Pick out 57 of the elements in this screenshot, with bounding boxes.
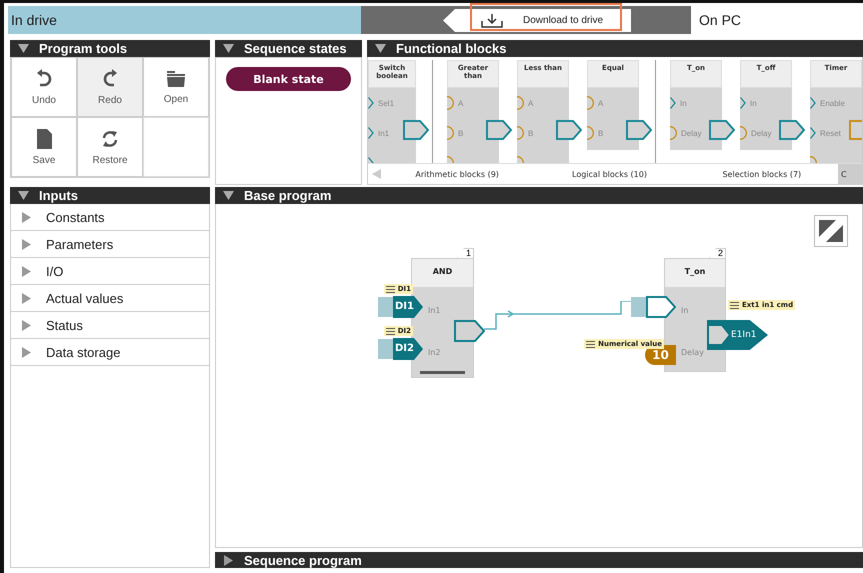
download-button[interactable]: Download to drive <box>443 9 631 32</box>
block-number: 1 <box>456 248 474 258</box>
panel-header[interactable]: Sequence program <box>215 552 863 568</box>
panel-header[interactable]: Sequence states <box>215 40 362 57</box>
port-label: In1 <box>428 306 441 315</box>
output-chip[interactable]: E1In1 <box>707 320 768 350</box>
panel-header[interactable]: Program tools <box>10 40 210 57</box>
panel-title: Functional blocks <box>396 41 507 56</box>
port-label: In <box>680 98 687 108</box>
port-label: A <box>598 98 604 108</box>
panel-title: Sequence program <box>244 553 362 568</box>
panel-title: Inputs <box>39 188 78 203</box>
panel-header[interactable]: Inputs <box>10 187 210 204</box>
tool-button[interactable]: Redo <box>77 57 143 117</box>
panel-header[interactable]: Functional blocks <box>367 40 863 57</box>
tool-button[interactable]: Undo <box>11 57 77 117</box>
category-label: Actual values <box>46 290 124 306</box>
block-title: T_on <box>665 259 725 287</box>
category-label: Constants <box>46 210 105 224</box>
panel-header[interactable]: Base program <box>215 187 863 204</box>
category-label: Data storage <box>46 344 120 360</box>
location-label: In drive <box>8 6 361 34</box>
tool-button[interactable]: Open <box>143 57 209 117</box>
port-label: A <box>528 98 534 108</box>
panel-title: Base program <box>244 188 332 203</box>
value-badge[interactable]: 10 <box>645 345 676 365</box>
port-label: In1 <box>378 128 390 138</box>
block-number: 2 <box>708 248 726 258</box>
tool-button[interactable]: Restore <box>77 117 143 177</box>
port-label: In <box>681 306 688 315</box>
input-category[interactable]: Constants <box>11 204 209 231</box>
port-label: A <box>458 98 464 108</box>
panel-title: Program tools <box>39 41 128 56</box>
port-label: Delay <box>681 128 702 138</box>
category-label: I/O <box>46 264 64 278</box>
port-label: Enable <box>820 98 845 108</box>
block-title: AND <box>412 259 473 287</box>
tool-button[interactable]: Save <box>11 117 77 177</box>
input-category[interactable]: Parameters <box>11 231 209 258</box>
port-label: B <box>598 128 604 138</box>
port-label: In <box>750 98 757 108</box>
state-button[interactable]: Blank state <box>226 67 351 91</box>
port-label: Reset <box>820 128 841 138</box>
port-label: Delay <box>751 128 772 138</box>
category-label: Status <box>46 318 83 332</box>
input-category[interactable]: Data storage <box>11 339 209 366</box>
input-category[interactable]: Status <box>11 312 209 339</box>
input-category[interactable]: Actual values <box>11 285 209 312</box>
port-label: Sel1 <box>378 98 394 108</box>
port-label: B <box>528 128 534 138</box>
category-label: Parameters <box>46 236 114 252</box>
port-label: Delay <box>681 348 704 357</box>
input-category[interactable]: I/O <box>11 258 209 285</box>
panel-title: Sequence states <box>244 41 347 56</box>
port-label: In2 <box>428 348 441 357</box>
port-label: B <box>458 128 464 138</box>
category-tab[interactable]: C <box>838 164 862 184</box>
